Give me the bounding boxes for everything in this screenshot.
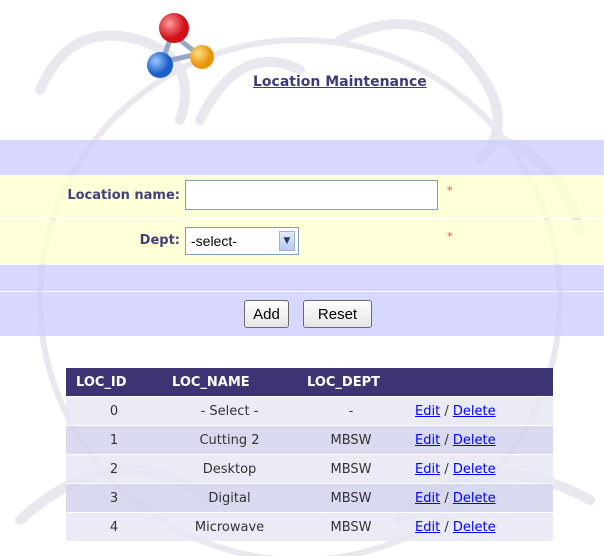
cell-loc-name: Microwave bbox=[162, 512, 297, 541]
cell-loc-dept: MBSW bbox=[297, 425, 405, 455]
cell-loc-name: Desktop bbox=[162, 454, 297, 484]
cell-loc-id: 0 bbox=[66, 396, 162, 426]
dept-select[interactable]: -select- ▼ bbox=[185, 227, 299, 255]
edit-link[interactable]: Edit bbox=[415, 462, 440, 477]
cell-loc-name: Cutting 2 bbox=[162, 425, 297, 455]
action-separator: / bbox=[444, 403, 449, 419]
column-header-actions bbox=[405, 368, 553, 397]
molecule-logo-icon bbox=[147, 13, 214, 78]
cell-loc-dept: MBSW bbox=[297, 483, 405, 513]
cell-loc-name: - Select - bbox=[162, 396, 297, 426]
location-table: LOC_ID LOC_NAME LOC_DEPT 0 - Select - - … bbox=[66, 368, 553, 541]
cell-loc-id: 2 bbox=[66, 454, 162, 484]
edit-link[interactable]: Edit bbox=[415, 491, 440, 506]
table-row: 4 Microwave MBSW Edit / Delete bbox=[66, 512, 553, 541]
delete-link[interactable]: Delete bbox=[453, 433, 496, 448]
form-band-spacer bbox=[0, 265, 604, 291]
delete-link[interactable]: Delete bbox=[453, 491, 496, 506]
add-button[interactable]: Add bbox=[244, 300, 289, 328]
column-header-loc-id: LOC_ID bbox=[66, 368, 162, 397]
column-header-loc-dept: LOC_DEPT bbox=[297, 368, 405, 397]
table-header-row: LOC_ID LOC_NAME LOC_DEPT bbox=[66, 368, 553, 397]
cell-actions: Edit / Delete bbox=[405, 396, 553, 426]
table-row: 3 Digital MBSW Edit / Delete bbox=[66, 483, 553, 513]
delete-link[interactable]: Delete bbox=[453, 520, 496, 535]
dept-label: Dept: bbox=[139, 233, 180, 248]
cell-actions: Edit / Delete bbox=[405, 454, 553, 484]
chevron-down-icon[interactable]: ▼ bbox=[279, 231, 295, 251]
action-separator: / bbox=[444, 490, 449, 506]
column-header-loc-name: LOC_NAME bbox=[162, 368, 297, 397]
table-row: 1 Cutting 2 MBSW Edit / Delete bbox=[66, 425, 553, 455]
page-title: Location Maintenance bbox=[253, 74, 427, 90]
cell-actions: Edit / Delete bbox=[405, 483, 553, 513]
cell-loc-name: Digital bbox=[162, 483, 297, 513]
form-band-top bbox=[0, 140, 604, 175]
location-name-label: Location name: bbox=[67, 188, 180, 203]
delete-link[interactable]: Delete bbox=[453, 404, 496, 419]
cell-actions: Edit / Delete bbox=[405, 512, 553, 541]
action-separator: / bbox=[444, 461, 449, 477]
dept-select-value: -select- bbox=[191, 233, 237, 249]
table-row: 0 - Select - - Edit / Delete bbox=[66, 396, 553, 426]
action-separator: / bbox=[444, 519, 449, 535]
cell-actions: Edit / Delete bbox=[405, 425, 553, 455]
action-separator: / bbox=[444, 432, 449, 448]
reset-button[interactable]: Reset bbox=[303, 300, 372, 328]
location-name-input[interactable] bbox=[185, 180, 438, 210]
edit-link[interactable]: Edit bbox=[415, 520, 440, 535]
cell-loc-id: 4 bbox=[66, 512, 162, 541]
form-row-buttons bbox=[0, 292, 604, 336]
required-mark-dept: * bbox=[447, 230, 453, 243]
cell-loc-id: 1 bbox=[66, 425, 162, 455]
required-mark-location: * bbox=[447, 184, 453, 197]
table-row: 2 Desktop MBSW Edit / Delete bbox=[66, 454, 553, 484]
cell-loc-dept: - bbox=[297, 396, 405, 426]
edit-link[interactable]: Edit bbox=[415, 433, 440, 448]
cell-loc-dept: MBSW bbox=[297, 454, 405, 484]
cell-loc-dept: MBSW bbox=[297, 512, 405, 541]
cell-loc-id: 3 bbox=[66, 483, 162, 513]
delete-link[interactable]: Delete bbox=[453, 462, 496, 477]
edit-link[interactable]: Edit bbox=[415, 404, 440, 419]
